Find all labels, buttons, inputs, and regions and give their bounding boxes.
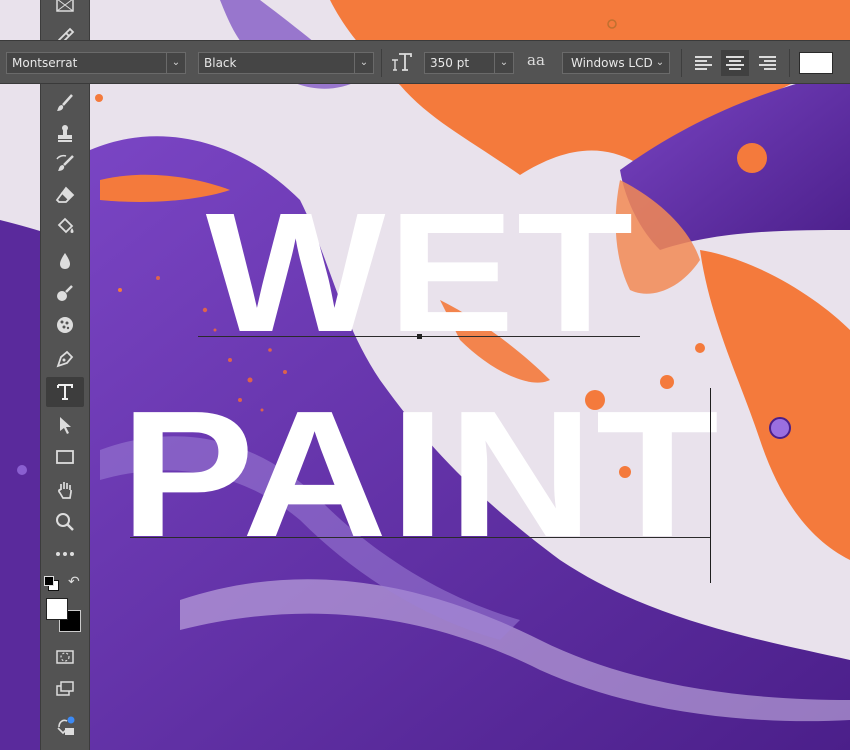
separator bbox=[681, 49, 682, 77]
more-tools-button[interactable] bbox=[46, 539, 84, 569]
sponge-icon bbox=[57, 317, 73, 333]
chevron-down-icon: ⌄ bbox=[655, 57, 665, 68]
font-size-input[interactable]: 350 pt ⌄ bbox=[424, 52, 514, 74]
eraser-icon bbox=[55, 186, 75, 203]
frame-tool[interactable] bbox=[46, 0, 84, 18]
path-selection-tool[interactable] bbox=[46, 410, 84, 440]
anti-alias-icon: aa bbox=[527, 51, 545, 69]
share-icon bbox=[57, 716, 75, 735]
separator bbox=[381, 49, 382, 77]
tools-panel: ↶ bbox=[40, 0, 90, 750]
dodge-icon bbox=[57, 285, 73, 301]
type-tool[interactable] bbox=[46, 377, 84, 407]
pen-icon bbox=[56, 350, 74, 368]
share-button[interactable] bbox=[46, 710, 84, 740]
history-brush-icon bbox=[56, 154, 74, 171]
text-anchor-handle[interactable] bbox=[417, 334, 422, 339]
paint-bucket-icon bbox=[57, 217, 74, 234]
align-center-button[interactable] bbox=[721, 50, 749, 76]
text-color-swatch[interactable] bbox=[799, 52, 833, 74]
type-icon bbox=[57, 384, 73, 400]
font-size-value: 350 pt bbox=[430, 56, 470, 70]
quick-mask-icon bbox=[56, 650, 74, 664]
font-style-value: Black bbox=[204, 56, 237, 70]
brush-tool[interactable] bbox=[46, 88, 84, 118]
sponge-tool[interactable] bbox=[46, 310, 84, 340]
hand-tool[interactable] bbox=[46, 475, 84, 505]
pen-tool[interactable] bbox=[46, 344, 84, 374]
anti-alias-value: Windows LCD bbox=[571, 56, 653, 70]
zoom-tool[interactable] bbox=[46, 507, 84, 537]
quick-mask-button[interactable] bbox=[46, 642, 84, 672]
foreground-color-swatch[interactable] bbox=[46, 598, 68, 620]
text-layer-line-2[interactable]: PAINT bbox=[0, 385, 850, 565]
font-style-dropdown[interactable]: Black ⌄ bbox=[198, 52, 374, 74]
frame-tool-icon bbox=[56, 0, 74, 12]
font-size-icon bbox=[388, 50, 416, 76]
type-options-bar: Montserrat ⌄ Black ⌄ 350 pt ⌄ aa Windows… bbox=[0, 40, 850, 84]
anti-alias-dropdown[interactable]: Windows LCD ⌄ bbox=[562, 52, 670, 74]
path-selection-icon bbox=[60, 417, 71, 434]
brush-icon bbox=[57, 94, 73, 111]
clone-stamp-icon bbox=[58, 125, 72, 142]
paint-bucket-tool[interactable] bbox=[46, 212, 84, 242]
more-icon bbox=[56, 552, 74, 556]
clone-stamp-tool[interactable] bbox=[46, 118, 84, 148]
hand-icon bbox=[58, 482, 72, 499]
align-left-button[interactable] bbox=[690, 50, 718, 76]
eraser-tool[interactable] bbox=[46, 180, 84, 210]
history-brush-tool[interactable] bbox=[46, 148, 84, 178]
screen-mode-button[interactable] bbox=[46, 674, 84, 704]
text-baseline-2 bbox=[130, 537, 710, 538]
chevron-down-icon: ⌄ bbox=[166, 53, 185, 73]
dodge-tool[interactable] bbox=[46, 278, 84, 308]
font-family-value: Montserrat bbox=[12, 56, 78, 70]
font-family-dropdown[interactable]: Montserrat ⌄ bbox=[6, 52, 186, 74]
document-canvas[interactable]: WET PAINT bbox=[0, 0, 850, 750]
blur-tool[interactable] bbox=[46, 246, 84, 276]
text-layer-line-1[interactable]: WET bbox=[0, 188, 850, 358]
align-right-button[interactable] bbox=[753, 50, 781, 76]
default-colors-button[interactable] bbox=[44, 576, 59, 591]
screen-mode-icon bbox=[56, 681, 74, 696]
chevron-down-icon: ⌄ bbox=[494, 53, 513, 73]
text-cursor bbox=[710, 388, 711, 583]
chevron-down-icon: ⌄ bbox=[354, 53, 373, 73]
rectangle-icon bbox=[56, 450, 74, 464]
rectangle-tool[interactable] bbox=[46, 442, 84, 472]
separator bbox=[789, 49, 790, 77]
blur-icon bbox=[60, 253, 70, 269]
swap-colors-icon[interactable]: ↶ bbox=[68, 574, 84, 590]
zoom-icon bbox=[56, 513, 74, 531]
